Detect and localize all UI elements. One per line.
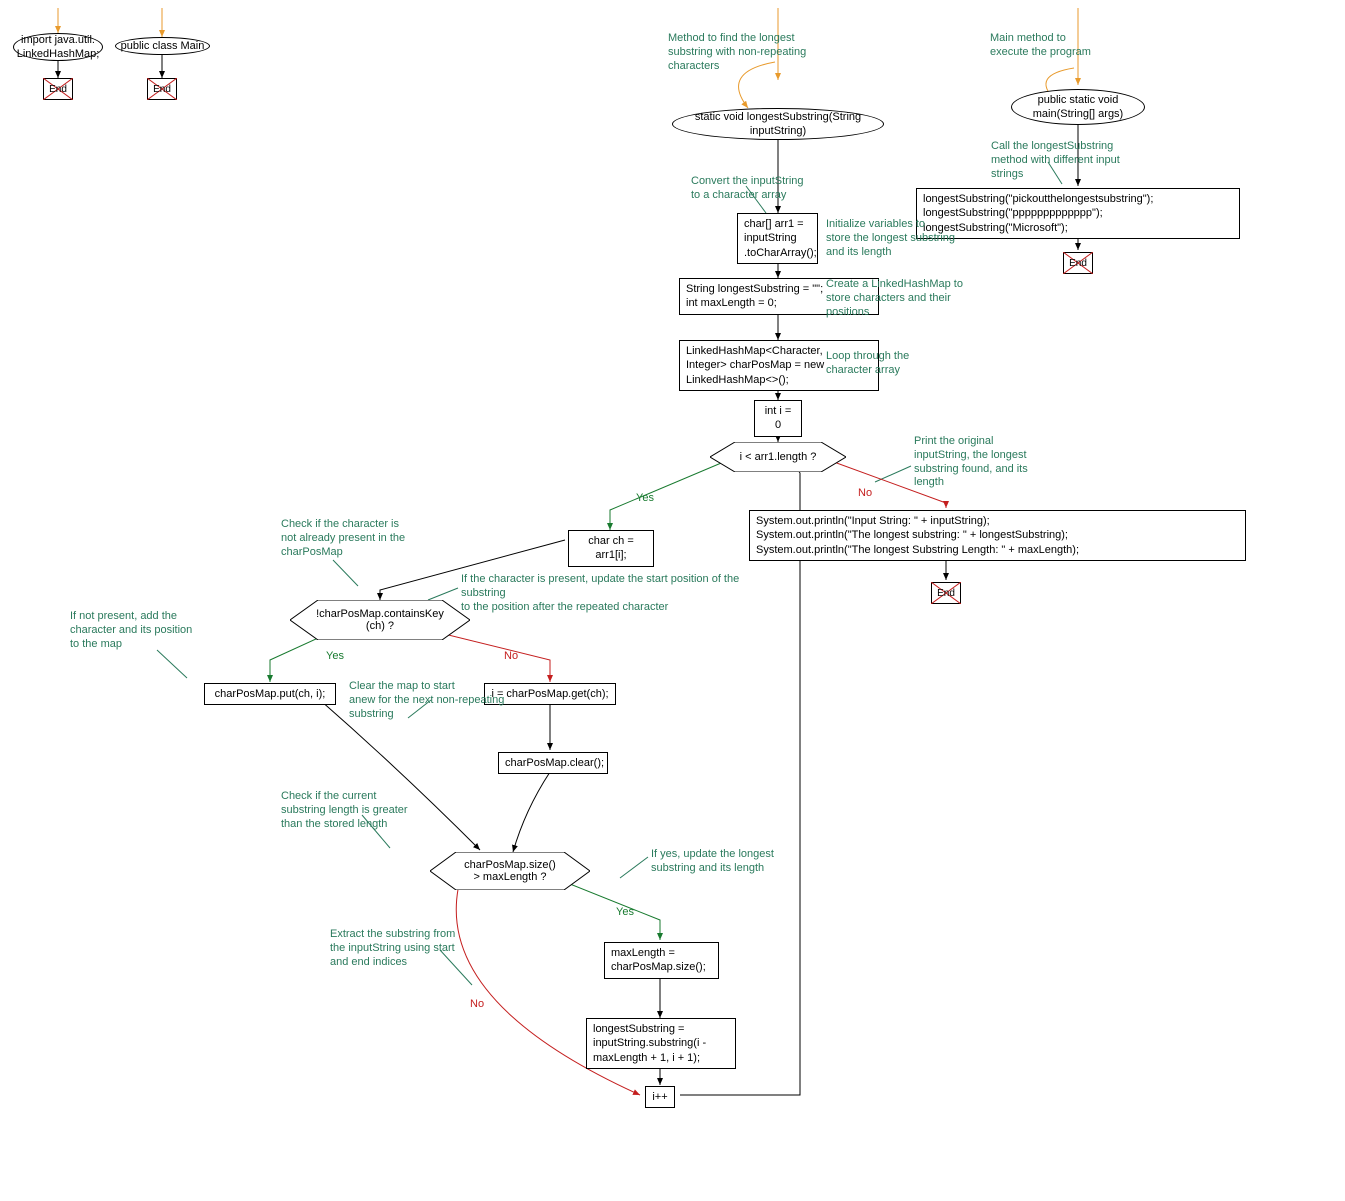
- end-main: End: [1063, 252, 1093, 274]
- ann-convert: Convert the inputStringto a character ar…: [691, 175, 841, 203]
- node-init-vars-text: String longestSubstring = "";int maxLeng…: [686, 283, 823, 309]
- end-class: End: [147, 78, 177, 100]
- ann-main-exec: Main method toexecute the program: [990, 32, 1130, 60]
- node-maxlen-text: maxLength =charPosMap.size();: [611, 947, 706, 973]
- node-method-sig: static void longestSubstring(Stringinput…: [672, 108, 884, 140]
- ann-method-find: Method to find the longestsubstring with…: [668, 32, 838, 73]
- node-size-cond-text: charPosMap.size()> maxLength ?: [464, 859, 556, 883]
- ann-extract: Extract the substring fromthe inputStrin…: [330, 928, 510, 969]
- ann-print-orig: Print the originalinputString, the longe…: [914, 435, 1064, 490]
- ann-if-not-present: If not present, add thecharacter and its…: [70, 610, 240, 651]
- node-import-text: import java.util.LinkedHashMap;: [17, 33, 100, 62]
- ann-init-store: Initialize variables tostore the longest…: [826, 218, 996, 259]
- node-contains-cond: !charPosMap.containsKey(ch) ?: [290, 600, 470, 640]
- node-char-arr-text: char[] arr1 =inputString.toCharArray();: [744, 218, 817, 259]
- node-main-sig: public static voidmain(String[] args): [1011, 89, 1145, 125]
- node-char-ch-text: char ch = arr1[i];: [588, 535, 634, 561]
- ann-clear-map: Clear the map to startanew for the next …: [349, 680, 549, 721]
- ann-if-yes-update: If yes, update the longestsubstring and …: [651, 848, 821, 876]
- node-linked-map-text: LinkedHashMap<Character,Integer> charPos…: [686, 345, 824, 386]
- ann-call-with: Call the longestSubstringmethod with dif…: [991, 140, 1171, 181]
- node-print-text: System.out.println("Input String: " + in…: [756, 515, 1079, 556]
- node-put: charPosMap.put(ch, i);: [204, 683, 336, 705]
- node-char-ch: char ch = arr1[i];: [568, 530, 654, 567]
- ann-check-len: Check if the currentsubstring length is …: [281, 790, 451, 831]
- node-put-text: charPosMap.put(ch, i);: [215, 688, 326, 700]
- node-substring: longestSubstring =inputString.substring(…: [586, 1018, 736, 1069]
- end-import: End: [43, 78, 73, 100]
- node-clear: charPosMap.clear();: [498, 752, 608, 774]
- node-main-sig-text: public static voidmain(String[] args): [1033, 93, 1123, 122]
- label-loop-yes: Yes: [636, 492, 654, 504]
- label-size-yes: Yes: [616, 906, 634, 918]
- label-size-no: No: [470, 998, 484, 1010]
- node-loop-cond-text: i < arr1.length ?: [740, 451, 817, 463]
- ann-create-map: Create a LinkedHashMap tostore character…: [826, 278, 1006, 319]
- node-contains-cond-text: !charPosMap.containsKey(ch) ?: [316, 608, 444, 632]
- ann-if-present: If the character is present, update the …: [461, 573, 821, 614]
- end-print: End: [931, 582, 961, 604]
- node-maxlen: maxLength =charPosMap.size();: [604, 942, 719, 979]
- node-inc-text: i++: [652, 1091, 667, 1103]
- node-init-i-text: int i = 0: [765, 405, 792, 431]
- node-char-arr: char[] arr1 =inputString.toCharArray();: [737, 213, 818, 264]
- node-size-cond: charPosMap.size()> maxLength ?: [430, 852, 590, 890]
- label-loop-no: No: [858, 487, 872, 499]
- svg-text:End: End: [153, 84, 171, 95]
- svg-text:End: End: [49, 84, 67, 95]
- node-class: public class Main: [115, 37, 210, 55]
- node-init-i: int i = 0: [754, 400, 802, 437]
- ann-check-not-present: Check if the character isnot already pre…: [281, 518, 451, 559]
- node-import: import java.util.LinkedHashMap;: [13, 33, 103, 61]
- node-print: System.out.println("Input String: " + in…: [749, 510, 1246, 561]
- label-contains-yes: Yes: [326, 650, 344, 662]
- node-substring-text: longestSubstring =inputString.substring(…: [593, 1023, 706, 1064]
- node-loop-cond: i < arr1.length ?: [710, 442, 846, 472]
- node-inc: i++: [645, 1086, 675, 1108]
- svg-text:End: End: [937, 588, 955, 599]
- node-class-text: public class Main: [121, 39, 205, 53]
- label-contains-no: No: [504, 650, 518, 662]
- svg-text:End: End: [1069, 258, 1087, 269]
- node-method-sig-text: static void longestSubstring(Stringinput…: [695, 110, 861, 139]
- ann-loop-arr: Loop through thecharacter array: [826, 350, 966, 378]
- node-clear-text: charPosMap.clear();: [505, 757, 604, 769]
